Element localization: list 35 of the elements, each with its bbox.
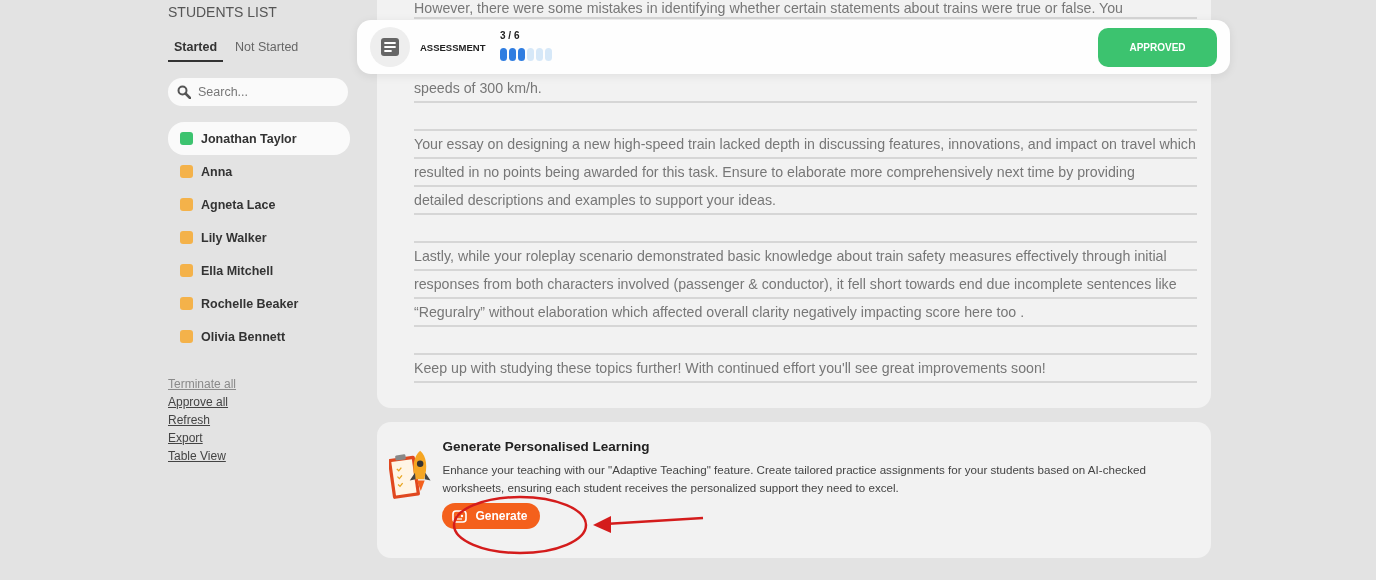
tab[interactable]: Not Started (229, 36, 305, 62)
student-name: Ella Mitchell (201, 263, 274, 278)
tab[interactable]: Started (168, 36, 224, 62)
student-item[interactable]: Ella Mitchell (168, 254, 350, 287)
feedback-line: Your essay on designing a new high-speed train lacked depth in discussing features, innovations, and impact on travel which (414, 131, 1197, 159)
section-title: STUDENTS LIST (168, 4, 278, 22)
promo-description: Enhance your teaching with our "Adaptive Teaching" feature. Create tailored practice assignments for your students based on AI-checked worksheets, ensuring each student receives the personalized support they need to excel. (442, 462, 1147, 496)
promo-title: Generate Personalised Learning (442, 439, 650, 454)
feedback-line: “Reguralry” without elaboration which affected overall clarity negatively impacting score here too . (414, 299, 1197, 327)
student-name: Anna (201, 164, 233, 179)
student-name: Lily Walker (201, 230, 267, 245)
assessment-label: ASSESSMENT (420, 41, 487, 53)
action-link[interactable]: Refresh (168, 413, 211, 427)
robot-icon (452, 509, 468, 523)
student-name: Jonathan Taylor (201, 131, 297, 146)
student-item[interactable]: Jonathan Taylor (168, 122, 350, 155)
student-item[interactable]: Anna (168, 155, 350, 188)
action-link[interactable]: Table View (168, 449, 226, 463)
search-field[interactable]: Search... (168, 78, 348, 106)
document-icon (370, 27, 410, 67)
feedback-line: Keep up with studying these topics further! With continued effort you'll see great improvements soon! (414, 355, 1197, 383)
feedback-line: detailed descriptions and examples to support your ideas. (414, 187, 1197, 215)
student-name: Olivia Bennett (201, 329, 286, 344)
action-link[interactable]: Export (168, 431, 203, 445)
student-name: Agneta Lace (201, 197, 276, 212)
student-item[interactable]: Agneta Lace (168, 188, 350, 221)
student-item[interactable]: Olivia Bennett (168, 320, 350, 353)
feedback-line: resulted in no points being awarded for this task. Ensure to elaborate more comprehensively next time by providing (414, 159, 1197, 187)
student-item[interactable]: Rochelle Beaker (168, 287, 350, 320)
student-name: Rochelle Beaker (201, 296, 299, 311)
feedback-line: Lastly, while your roleplay scenario demonstrated basic knowledge about train safety measures effectively through initial (414, 243, 1197, 271)
student-item[interactable]: Lily Walker (168, 221, 350, 254)
feedback-line: responses from both characters involved (passenger & conductor), it fell short towards end due incomplete sentences like (414, 271, 1197, 299)
progress-text: 3 / 6 (500, 29, 521, 41)
action-link[interactable]: Approve all (168, 395, 229, 409)
